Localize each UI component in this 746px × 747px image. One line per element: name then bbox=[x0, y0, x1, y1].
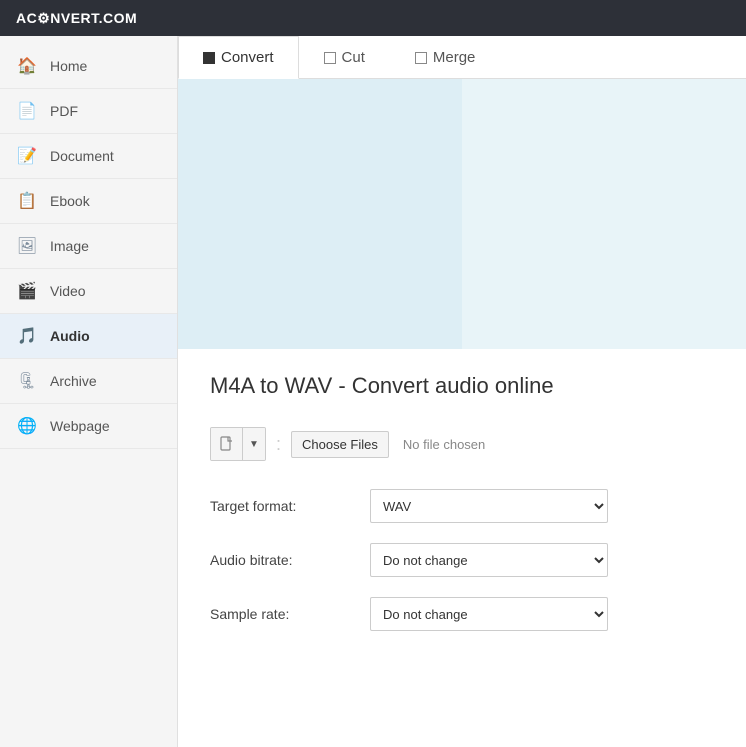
sidebar-label-audio: Audio bbox=[50, 328, 90, 344]
sidebar-label-document: Document bbox=[50, 148, 114, 164]
tab-merge[interactable]: Merge bbox=[390, 36, 501, 79]
file-btn-group: ▼ bbox=[210, 427, 266, 461]
sample-rate-label: Sample rate: bbox=[210, 606, 370, 622]
no-file-text: No file chosen bbox=[403, 437, 485, 452]
target-format-row: Target format: WAV MP3 AAC FLAC OGG M4A … bbox=[210, 489, 714, 523]
target-format-select[interactable]: WAV MP3 AAC FLAC OGG M4A WMA bbox=[370, 489, 608, 523]
audio-bitrate-select[interactable]: Do not change 64k 128k 192k 256k 320k bbox=[370, 543, 608, 577]
image-icon: 🖼 bbox=[16, 235, 38, 257]
file-icon bbox=[220, 436, 234, 452]
tab-cut-label: Cut bbox=[342, 49, 365, 66]
sidebar-item-webpage[interactable]: 🌐 Webpage bbox=[0, 404, 177, 449]
sidebar-item-document[interactable]: 📝 Document bbox=[0, 134, 177, 179]
sample-rate-row: Sample rate: Do not change 8000 Hz 22050… bbox=[210, 597, 714, 631]
sidebar-label-home: Home bbox=[50, 58, 87, 74]
main-layout: 🏠 Home 📄 PDF 📝 Document 📋 Ebook 🖼 Image … bbox=[0, 36, 746, 747]
merge-tab-icon bbox=[415, 52, 427, 64]
video-icon: 🎬 bbox=[16, 280, 38, 302]
sidebar-label-archive: Archive bbox=[50, 373, 97, 389]
sidebar-label-pdf: PDF bbox=[50, 103, 78, 119]
document-icon: 📝 bbox=[16, 145, 38, 167]
sample-rate-select[interactable]: Do not change 8000 Hz 22050 Hz 44100 Hz … bbox=[370, 597, 608, 631]
banner-left bbox=[178, 79, 462, 349]
pdf-icon: 📄 bbox=[16, 100, 38, 122]
banner-right bbox=[462, 79, 746, 349]
ebook-icon: 📋 bbox=[16, 190, 38, 212]
archive-icon: 🗜 bbox=[16, 370, 38, 392]
audio-bitrate-label: Audio bitrate: bbox=[210, 552, 370, 568]
tab-cut[interactable]: Cut bbox=[299, 36, 390, 79]
banner bbox=[178, 79, 746, 349]
sidebar-label-ebook: Ebook bbox=[50, 193, 90, 209]
sidebar-label-image: Image bbox=[50, 238, 89, 254]
tab-bar: Convert Cut Merge bbox=[178, 36, 746, 79]
sidebar-item-pdf[interactable]: 📄 PDF bbox=[0, 89, 177, 134]
sidebar-item-audio[interactable]: 🎵 Audio bbox=[0, 314, 177, 359]
sidebar-item-image[interactable]: 🖼 Image bbox=[0, 224, 177, 269]
sidebar-item-archive[interactable]: 🗜 Archive bbox=[0, 359, 177, 404]
page-content: M4A to WAV - Convert audio online ▼ : Ch… bbox=[178, 349, 746, 675]
audio-bitrate-row: Audio bitrate: Do not change 64k 128k 19… bbox=[210, 543, 714, 577]
cut-tab-icon bbox=[324, 52, 336, 64]
audio-icon: 🎵 bbox=[16, 325, 38, 347]
file-input-row: ▼ : Choose Files No file chosen bbox=[210, 427, 714, 461]
convert-tab-icon bbox=[203, 52, 215, 64]
home-icon: 🏠 bbox=[16, 55, 38, 77]
target-format-label: Target format: bbox=[210, 498, 370, 514]
tab-convert-label: Convert bbox=[221, 49, 274, 66]
choose-files-button[interactable]: Choose Files bbox=[291, 431, 389, 458]
file-separator: : bbox=[276, 428, 281, 460]
file-dropdown-button[interactable]: ▼ bbox=[243, 428, 265, 460]
sidebar-label-video: Video bbox=[50, 283, 86, 299]
sidebar-item-ebook[interactable]: 📋 Ebook bbox=[0, 179, 177, 224]
site-logo: AC⚙NVERT.COM bbox=[16, 10, 137, 27]
tab-convert[interactable]: Convert bbox=[178, 36, 299, 79]
file-new-button[interactable] bbox=[211, 428, 243, 460]
sidebar: 🏠 Home 📄 PDF 📝 Document 📋 Ebook 🖼 Image … bbox=[0, 36, 178, 747]
sidebar-label-webpage: Webpage bbox=[50, 418, 110, 434]
tab-merge-label: Merge bbox=[433, 49, 476, 66]
content-area: Convert Cut Merge M4A to WAV - Convert a… bbox=[178, 36, 746, 747]
top-bar: AC⚙NVERT.COM bbox=[0, 0, 746, 36]
page-title: M4A to WAV - Convert audio online bbox=[210, 373, 714, 399]
sidebar-item-video[interactable]: 🎬 Video bbox=[0, 269, 177, 314]
webpage-icon: 🌐 bbox=[16, 415, 38, 437]
sidebar-item-home[interactable]: 🏠 Home bbox=[0, 44, 177, 89]
